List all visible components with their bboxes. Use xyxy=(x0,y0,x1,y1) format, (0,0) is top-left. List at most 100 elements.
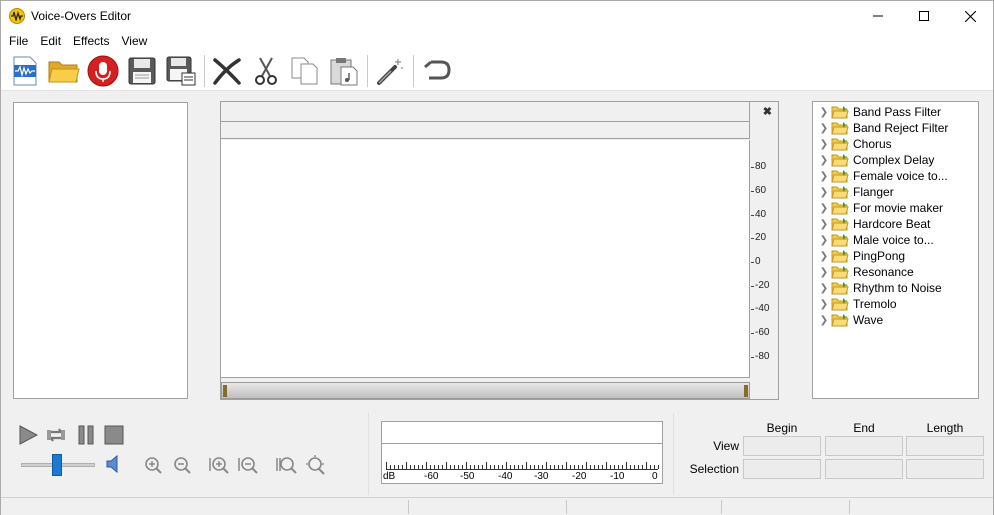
menu-view[interactable]: View xyxy=(116,34,154,48)
chevron-right-icon[interactable]: ❯ xyxy=(817,235,831,246)
meter-tick xyxy=(490,465,491,469)
effect-tree-item[interactable]: ❯ Rhythm to Noise xyxy=(813,280,978,296)
volume-slider-thumb[interactable] xyxy=(52,454,62,476)
selection-length-field[interactable] xyxy=(906,459,984,479)
scroll-handle-left[interactable] xyxy=(223,385,227,397)
volume-button[interactable] xyxy=(103,453,125,475)
view-begin-field[interactable] xyxy=(743,436,821,456)
chevron-right-icon[interactable]: ❯ xyxy=(817,203,831,214)
chevron-right-icon[interactable]: ❯ xyxy=(817,155,831,166)
effect-label: Flanger xyxy=(853,185,894,199)
meter-tick xyxy=(386,462,387,469)
meter-tick xyxy=(486,462,487,469)
new-audio-button[interactable] xyxy=(7,53,43,89)
effect-tree-item[interactable]: ❯ Band Reject Filter xyxy=(813,120,978,136)
menu-effects[interactable]: Effects xyxy=(67,34,115,48)
copy-button[interactable] xyxy=(287,53,323,89)
selection-end-field[interactable] xyxy=(825,459,903,479)
delete-button[interactable] xyxy=(209,53,245,89)
chevron-right-icon[interactable]: ❯ xyxy=(817,107,831,118)
meter-tick xyxy=(658,465,659,469)
zoom-out-selection-button[interactable] xyxy=(237,454,259,476)
meter-tick xyxy=(602,465,603,469)
meter-tick xyxy=(438,465,439,469)
play-button[interactable] xyxy=(17,424,39,446)
zoom-in-button[interactable] xyxy=(142,454,164,476)
open-folder-button[interactable] xyxy=(46,53,82,89)
effect-tree-item[interactable]: ❯ Band Pass Filter xyxy=(813,104,978,120)
zoom-fit-button[interactable] xyxy=(275,454,297,476)
effect-tree-item[interactable]: ❯ Female voice to... xyxy=(813,168,978,184)
effect-tree-item[interactable]: ❯ Male voice to... xyxy=(813,232,978,248)
chevron-right-icon[interactable]: ❯ xyxy=(817,299,831,310)
bottom-divider xyxy=(368,413,369,495)
meter-tick xyxy=(506,462,507,469)
level-meter-labels: dB -60 -50 -40 -30 -20 -10 0 xyxy=(382,471,662,483)
effect-tree-item[interactable]: ❯ Hardcore Beat xyxy=(813,216,978,232)
zoom-out-button[interactable] xyxy=(171,454,193,476)
save-button[interactable] xyxy=(124,53,160,89)
chevron-right-icon[interactable]: ❯ xyxy=(817,139,831,150)
waveform-canvas[interactable] xyxy=(221,140,750,378)
effect-tree-item[interactable]: ❯ Complex Delay xyxy=(813,152,978,168)
meter-label: dB xyxy=(383,471,396,482)
record-button[interactable] xyxy=(85,53,121,89)
chevron-right-icon[interactable]: ❯ xyxy=(817,219,831,230)
maximize-button[interactable] xyxy=(901,1,947,31)
selection-begin-field[interactable] xyxy=(743,459,821,479)
scale-label: 20 xyxy=(755,232,767,243)
folder-icon xyxy=(831,105,849,119)
zoom-in-selection-button[interactable] xyxy=(208,454,230,476)
meter-tick xyxy=(626,462,627,469)
toolbar-separator xyxy=(367,54,368,87)
bottom-divider xyxy=(673,413,674,495)
minimize-button[interactable] xyxy=(855,1,901,31)
waveform-close-icon[interactable]: ✖ xyxy=(763,105,772,118)
view-length-field[interactable] xyxy=(906,436,984,456)
effect-tree-item[interactable]: ❯ PingPong xyxy=(813,248,978,264)
effect-tree-item[interactable]: ❯ Chorus xyxy=(813,136,978,152)
paste-button[interactable] xyxy=(326,53,362,89)
file-list-panel[interactable] xyxy=(13,102,188,399)
undo-button[interactable] xyxy=(418,53,454,89)
view-end-field[interactable] xyxy=(825,436,903,456)
effect-tree-item[interactable]: ❯ Wave xyxy=(813,312,978,328)
timeline-track-header[interactable] xyxy=(221,122,750,139)
meter-tick xyxy=(402,465,403,469)
menu-edit[interactable]: Edit xyxy=(34,34,67,48)
effect-tree-item[interactable]: ❯ For movie maker xyxy=(813,200,978,216)
effect-tree-item[interactable]: ❯ Tremolo xyxy=(813,296,978,312)
zoom-out-icon xyxy=(174,457,191,474)
meter-tick xyxy=(630,465,631,469)
meter-label: -50 xyxy=(460,471,475,482)
save-as-button[interactable] xyxy=(163,53,199,89)
zoom-all-button[interactable] xyxy=(304,454,326,476)
chevron-right-icon[interactable]: ❯ xyxy=(817,267,831,278)
pause-button[interactable] xyxy=(75,424,97,446)
meter-tick xyxy=(430,465,431,469)
effect-tree-item[interactable]: ❯ Flanger xyxy=(813,184,978,200)
meter-tick xyxy=(518,465,519,469)
chevron-right-icon[interactable]: ❯ xyxy=(817,315,831,326)
cut-button[interactable] xyxy=(248,53,284,89)
loop-button[interactable] xyxy=(45,424,67,446)
chevron-right-icon[interactable]: ❯ xyxy=(817,283,831,294)
effects-wand-button[interactable] xyxy=(372,53,408,89)
chevron-right-icon[interactable]: ❯ xyxy=(817,187,831,198)
meter-tick xyxy=(582,465,583,469)
meter-tick xyxy=(406,462,407,469)
waveform-scrollbar[interactable] xyxy=(221,382,750,399)
stop-button[interactable] xyxy=(103,424,125,446)
effect-label: Band Pass Filter xyxy=(853,105,942,119)
chevron-right-icon[interactable]: ❯ xyxy=(817,171,831,182)
paste-clipboard-icon xyxy=(330,57,358,85)
scale-label: 40 xyxy=(755,209,767,220)
effect-tree-item[interactable]: ❯ Resonance xyxy=(813,264,978,280)
folder-icon xyxy=(831,137,849,151)
chevron-right-icon[interactable]: ❯ xyxy=(817,251,831,262)
timeline-ruler[interactable] xyxy=(221,102,750,122)
close-button[interactable] xyxy=(947,1,993,31)
chevron-right-icon[interactable]: ❯ xyxy=(817,123,831,134)
menu-file[interactable]: File xyxy=(3,34,34,48)
scroll-handle-right[interactable] xyxy=(744,385,748,397)
